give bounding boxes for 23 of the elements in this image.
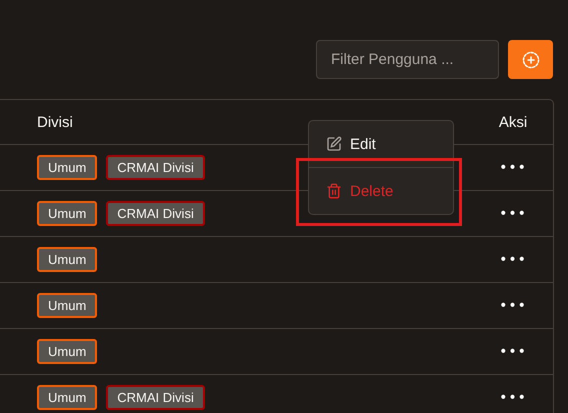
division-tag: Umum — [37, 155, 98, 180]
division-tag: Umum — [37, 385, 98, 410]
edit-icon — [326, 136, 342, 152]
more-actions-button[interactable]: ••• — [497, 390, 529, 406]
column-header: Divisi — [37, 114, 73, 130]
more-actions-button[interactable]: ••• — [497, 160, 529, 176]
more-actions-button[interactable]: ••• — [497, 206, 529, 222]
more-actions-button[interactable]: ••• — [497, 298, 529, 314]
add-icon — [522, 50, 540, 68]
more-actions-button[interactable]: ••• — [497, 344, 529, 360]
column-header: Aksi — [498, 114, 528, 130]
add-button[interactable] — [508, 40, 553, 79]
division-tag: CRMAI Divisi — [106, 385, 205, 410]
filter-field[interactable]: Filter Pengguna ... — [316, 40, 499, 79]
trash-icon — [326, 183, 342, 199]
menu-item[interactable]: Edit — [309, 121, 453, 167]
more-actions-button[interactable]: ••• — [497, 252, 529, 268]
division-tag: CRMAI Divisi — [106, 155, 205, 180]
division-tag: Umum — [37, 201, 98, 226]
division-tag: Umum — [37, 293, 98, 318]
division-tag: Umum — [37, 339, 98, 364]
division-tag: Umum — [37, 247, 98, 272]
division-tag: CRMAI Divisi — [106, 201, 205, 226]
